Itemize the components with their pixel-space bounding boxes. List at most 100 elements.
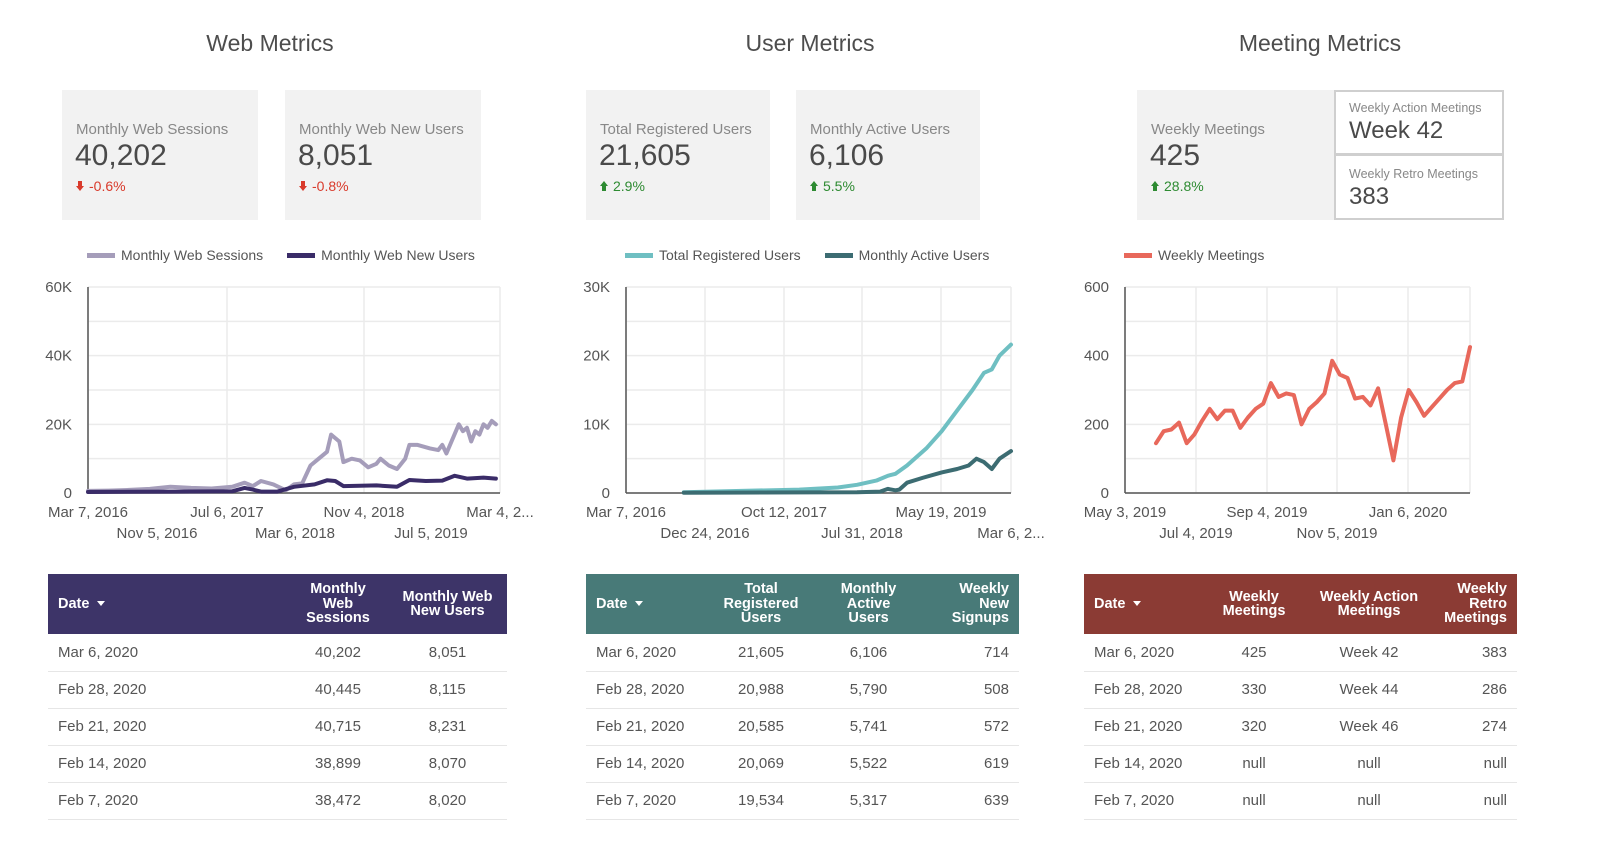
meeting-metrics-table: Date Weekly Meetings Weekly Action Meeting…: [1084, 574, 1517, 820]
table-cell: 508: [921, 671, 1019, 709]
column-header-label: Total Registered Users: [723, 581, 799, 627]
table-cell: Week 42: [1304, 634, 1434, 672]
table-cell: null: [1434, 745, 1517, 783]
column-header-label: Weekly New Signups: [951, 581, 1009, 627]
table-row[interactable]: Feb 21, 2020 40,715 8,231: [48, 708, 507, 746]
table-row[interactable]: Feb 28, 2020 40,445 8,115: [48, 671, 507, 709]
table-cell: null: [1304, 782, 1434, 820]
table-cell: 21,605: [706, 634, 816, 672]
table-cell: Feb 28, 2020: [48, 671, 288, 709]
table-cell: Feb 21, 2020: [48, 708, 288, 746]
table-cell: null: [1434, 782, 1517, 820]
x-tick-label: Jul 4, 2019: [1159, 525, 1232, 542]
column-header-label: Weekly Action Meetings: [1319, 588, 1419, 619]
x-tick-label: Mar 7, 2016: [586, 504, 666, 521]
table-header-row: Date Monthly Web Sessions Monthly Web New …: [48, 574, 507, 634]
column-header[interactable]: Monthly Web New Users: [388, 574, 507, 634]
y-tick-label: 10K: [583, 416, 610, 433]
table-cell: Feb 14, 2020: [48, 745, 288, 783]
series-line-weekly-meetings: [1154, 345, 1472, 463]
table-cell: 8,070: [388, 745, 507, 783]
table-cell: 40,715: [288, 708, 388, 746]
x-tick-label: Mar 6, 2...: [977, 525, 1045, 542]
table-cell: 572: [921, 708, 1019, 746]
table-cell: 383: [1434, 634, 1517, 672]
x-tick-label: Mar 6, 2018: [255, 525, 335, 542]
table-cell: Week 46: [1304, 708, 1434, 746]
table-row[interactable]: Feb 28, 2020 20,988 5,790 508: [586, 671, 1019, 709]
table-row[interactable]: Feb 7, 2020 38,472 8,020: [48, 782, 507, 820]
column-header[interactable]: Weekly Action Meetings: [1304, 574, 1434, 634]
x-tick-label: Mar 4, 2...: [466, 504, 534, 521]
table-row[interactable]: Mar 6, 2020 21,605 6,106 714: [586, 634, 1019, 672]
column-header-label: Weekly Retro Meetings: [1444, 581, 1507, 627]
table-cell: 19,534: [706, 782, 816, 820]
table-cell: Feb 14, 2020: [586, 745, 706, 783]
y-tick-label: 600: [1084, 279, 1109, 296]
y-tick-label: 200: [1084, 416, 1109, 433]
table-row[interactable]: Mar 6, 2020 40,202 8,051: [48, 634, 507, 672]
column-header[interactable]: Weekly Retro Meetings: [1434, 574, 1517, 634]
x-tick-label: Jul 31, 2018: [821, 525, 903, 542]
table-row[interactable]: Feb 14, 2020 20,069 5,522 619: [586, 745, 1019, 783]
column-header-label: Date: [58, 595, 90, 612]
table-row[interactable]: Feb 21, 2020 320 Week 46 274: [1084, 708, 1517, 746]
table-row[interactable]: Feb 7, 2020 19,534 5,317 639: [586, 782, 1019, 820]
table-cell: 38,899: [288, 745, 388, 783]
y-tick-label: 20K: [45, 416, 72, 433]
y-tick-label: 0: [602, 485, 610, 502]
table-cell: Feb 14, 2020: [1084, 745, 1204, 783]
column-header[interactable]: Weekly New Signups: [921, 574, 1019, 634]
column-header-label: Monthly Active Users: [840, 581, 897, 627]
table-cell: 714: [921, 634, 1019, 672]
column-header[interactable]: Monthly Web Sessions: [288, 574, 388, 634]
table-cell: Feb 28, 2020: [586, 671, 706, 709]
table-cell: 20,988: [706, 671, 816, 709]
table-cell: 5,741: [816, 708, 921, 746]
table-cell: 619: [921, 745, 1019, 783]
column-header[interactable]: Date: [586, 574, 706, 634]
user-metrics-table: Date Total Registered Users Monthly Active…: [586, 574, 1019, 820]
column-header[interactable]: Date: [48, 574, 288, 634]
table-cell: 5,317: [816, 782, 921, 820]
table-cell: null: [1204, 782, 1304, 820]
column-header-label: Monthly Web Sessions: [306, 581, 370, 627]
table-cell: Feb 21, 2020: [586, 708, 706, 746]
table-row[interactable]: Feb 21, 2020 20,585 5,741 572: [586, 708, 1019, 746]
table-cell: 639: [921, 782, 1019, 820]
table-row[interactable]: Feb 7, 2020 null null null: [1084, 782, 1517, 820]
x-tick-label: Mar 7, 2016: [48, 504, 128, 521]
x-tick-label: Nov 4, 2018: [324, 504, 405, 521]
y-tick-label: 400: [1084, 348, 1109, 365]
x-tick-label: Oct 12, 2017: [741, 504, 827, 521]
table-row[interactable]: Mar 6, 2020 425 Week 42 383: [1084, 634, 1517, 672]
column-header[interactable]: Date: [1084, 574, 1204, 634]
table-cell: 274: [1434, 708, 1517, 746]
table-cell: null: [1304, 745, 1434, 783]
table-cell: 330: [1204, 671, 1304, 709]
x-tick-label: Jan 6, 2020: [1369, 504, 1447, 521]
table-cell: 8,020: [388, 782, 507, 820]
column-header[interactable]: Total Registered Users: [706, 574, 816, 634]
table-cell: 286: [1434, 671, 1517, 709]
x-tick-label: Nov 5, 2019: [1297, 525, 1378, 542]
table-cell: Feb 28, 2020: [1084, 671, 1204, 709]
table-cell: 320: [1204, 708, 1304, 746]
column-header[interactable]: Monthly Active Users: [816, 574, 921, 634]
table-cell: null: [1204, 745, 1304, 783]
column-header-label: Date: [596, 595, 628, 612]
x-tick-label: Nov 5, 2016: [117, 525, 198, 542]
web-metrics-table: Date Monthly Web Sessions Monthly Web New …: [48, 574, 507, 820]
x-tick-label: Jul 5, 2019: [394, 525, 467, 542]
table-row[interactable]: Feb 28, 2020 330 Week 44 286: [1084, 671, 1517, 709]
sort-descending-icon[interactable]: [1133, 601, 1142, 607]
column-header[interactable]: Weekly Meetings: [1204, 574, 1304, 634]
y-tick-label: 0: [64, 485, 72, 502]
x-tick-label: Dec 24, 2016: [660, 525, 749, 542]
table-cell: 5,522: [816, 745, 921, 783]
table-cell: 38,472: [288, 782, 388, 820]
sort-descending-icon[interactable]: [97, 601, 106, 607]
table-row[interactable]: Feb 14, 2020 null null null: [1084, 745, 1517, 783]
sort-descending-icon[interactable]: [635, 601, 644, 607]
table-row[interactable]: Feb 14, 2020 38,899 8,070: [48, 745, 507, 783]
